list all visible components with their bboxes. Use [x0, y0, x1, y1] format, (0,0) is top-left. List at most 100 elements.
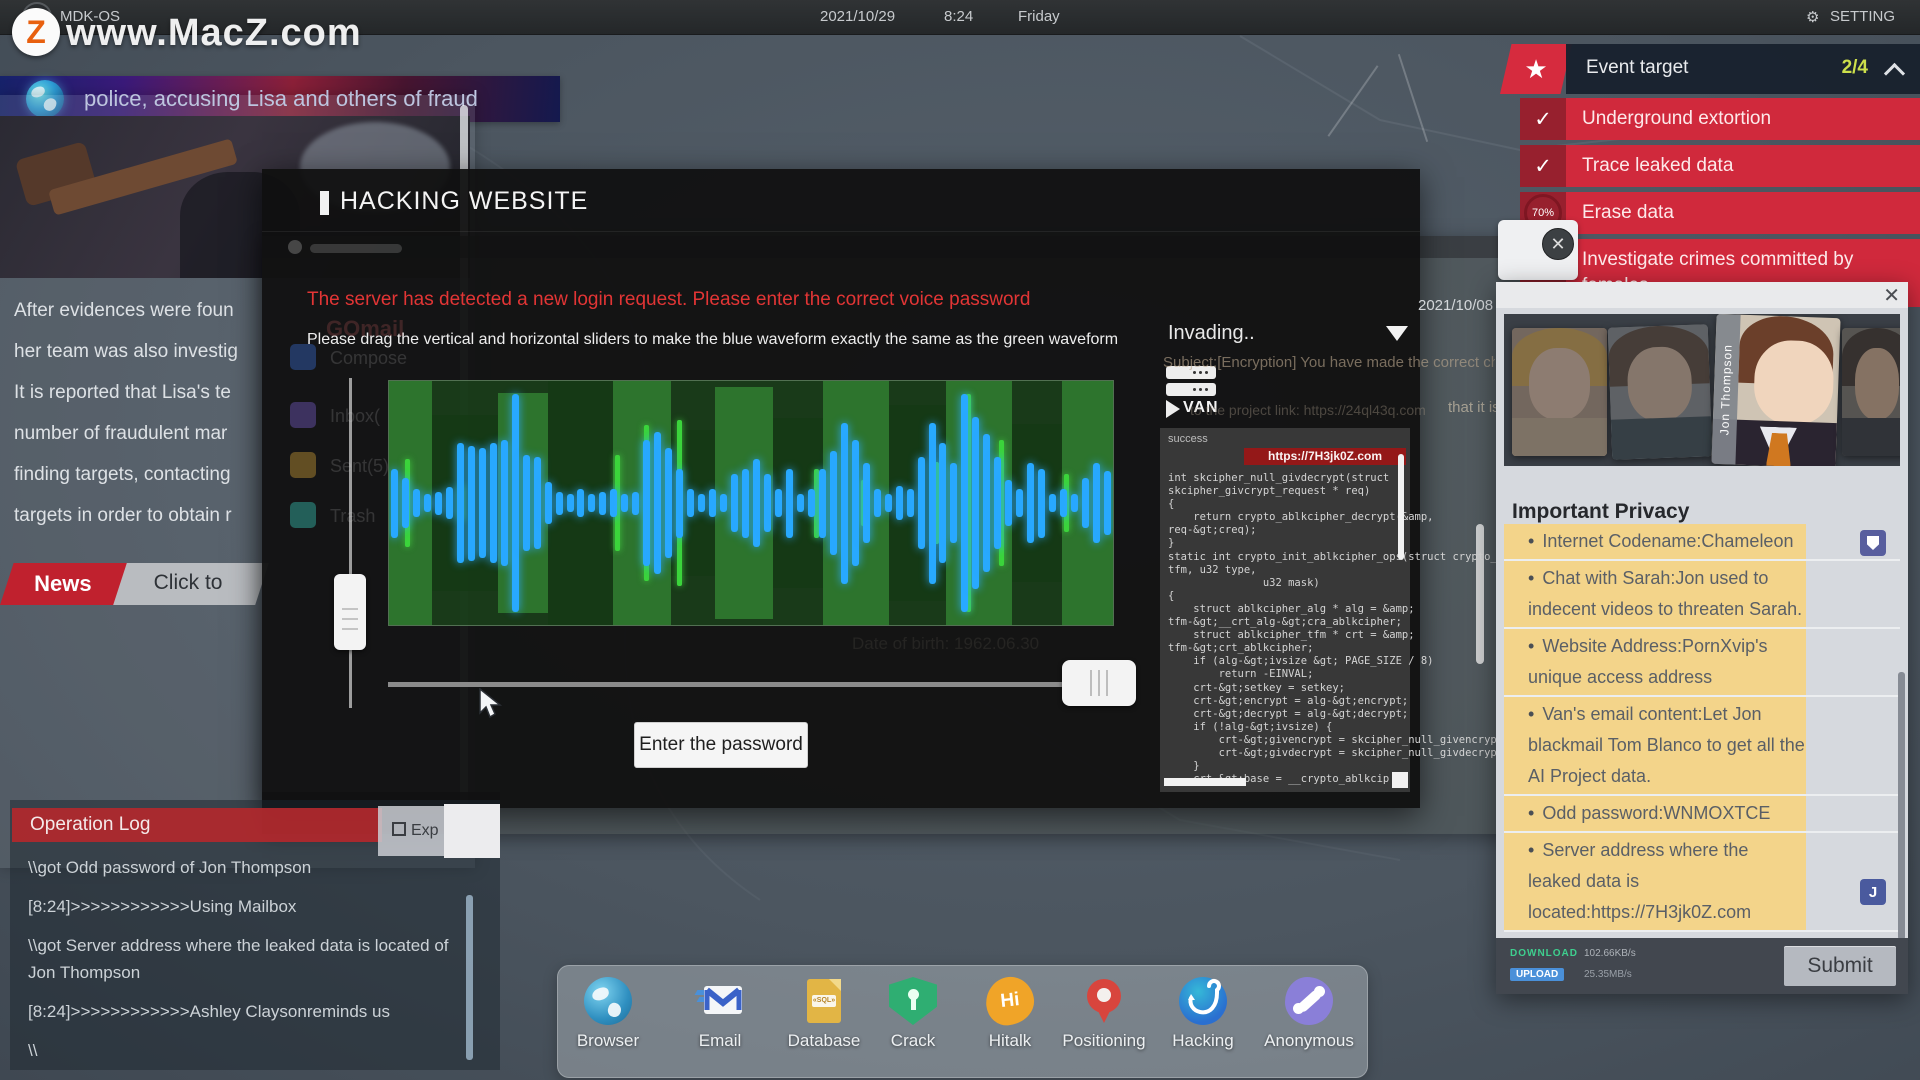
upload-speed: 25.35MB/s — [1584, 969, 1632, 980]
article-line: After evidences were foun — [14, 290, 262, 331]
log-line: \\ — [28, 1037, 460, 1064]
system-time: 8:24 — [944, 8, 973, 25]
blue-waveform-bar — [1060, 489, 1067, 517]
waveform-bg-block — [432, 415, 497, 591]
blue-waveform-bar — [654, 432, 661, 575]
blue-waveform-bar — [983, 434, 990, 572]
blue-waveform-bar — [1027, 463, 1034, 544]
privacy-item-text: •Van's email content:Let Jon blackmail T… — [1504, 697, 1806, 794]
dock-app-anonymous[interactable]: Anonymous — [1261, 977, 1357, 1051]
blue-waveform-bar — [819, 469, 826, 538]
privacy-icon-area — [1806, 796, 1900, 831]
log-line: [8:24]>>>>>>>>>>>>Using Mailbox — [28, 893, 460, 920]
submit-button[interactable]: Submit — [1784, 946, 1896, 986]
close-icon[interactable]: ✕ — [1542, 228, 1574, 260]
blue-waveform-bar — [577, 489, 584, 517]
character-card[interactable] — [1608, 324, 1713, 459]
upload-badge: UPLOAD — [1510, 968, 1564, 981]
code-vertical-scrollbar[interactable] — [1398, 454, 1404, 560]
privacy-clue-list: •Internet Codename:Chameleon•Chat with S… — [1504, 524, 1900, 940]
privacy-item[interactable]: •Website Address:PornXvip's unique acces… — [1504, 629, 1900, 697]
log-line: [8:24]>>>>>>>>>>>>Ashley Claysonreminds … — [28, 998, 460, 1025]
event-target-row[interactable]: ✓Trace leaked data — [1520, 145, 1920, 187]
blue-waveform-bar — [896, 486, 903, 521]
blue-waveform-bar — [720, 494, 727, 512]
blue-waveform-bar — [523, 455, 530, 552]
mail-scrollbar[interactable] — [1476, 524, 1484, 664]
check-icon: ✓ — [1520, 145, 1566, 187]
blue-waveform-bar — [621, 494, 628, 512]
invading-status: Invading.. — [1168, 322, 1255, 345]
blue-waveform-bar — [918, 457, 925, 549]
chevron-up-icon[interactable] — [1884, 63, 1905, 84]
blue-waveform-bar — [599, 492, 606, 515]
operation-log-scrollbar[interactable] — [466, 895, 473, 1060]
dock-app-email[interactable]: Email — [672, 977, 768, 1051]
download-speed: 102.66KB/s — [1584, 948, 1636, 959]
character-card[interactable] — [1842, 328, 1900, 456]
character-portraits: Jon Thompson — [1504, 314, 1900, 466]
log-line: \\got Server address where the leaked da… — [28, 932, 460, 986]
window-fragment — [444, 804, 500, 858]
blue-waveform-bar — [1005, 480, 1012, 526]
blue-waveform-bar — [994, 457, 1001, 549]
blue-waveform-bar — [698, 494, 705, 512]
blue-waveform-bar — [534, 457, 541, 549]
settings-button[interactable]: SETTING — [1830, 8, 1895, 25]
dock-app-label: Email — [672, 1031, 768, 1051]
blue-waveform-bar — [950, 463, 957, 544]
dock-app-hitalk[interactable]: HiHitalk — [962, 977, 1058, 1051]
vertical-slider-track[interactable] — [349, 378, 352, 708]
news-more-button[interactable]: Click to — [113, 563, 269, 605]
hook-icon[interactable]: J — [1860, 879, 1886, 905]
character-card-jon-thompson[interactable]: Jon Thompson — [1711, 314, 1840, 466]
horizontal-slider-track[interactable] — [388, 682, 1112, 687]
privacy-titlebar: ✕ — [1496, 282, 1908, 308]
privacy-item[interactable]: •Chat with Sarah:Jon used to indecent vi… — [1504, 561, 1900, 629]
privacy-icon-area — [1806, 561, 1900, 627]
success-status: success — [1168, 433, 1208, 445]
blue-waveform-bar — [808, 489, 815, 517]
divider — [262, 231, 1420, 232]
event-target-row[interactable]: ✓Underground extortion — [1520, 98, 1920, 140]
event-target-row[interactable]: 70%Erase data — [1520, 192, 1920, 234]
privacy-item[interactable]: •Server address where the leaked data is… — [1504, 833, 1900, 932]
dock-app-crack[interactable]: Crack — [865, 977, 961, 1051]
check-icon: ✓ — [1520, 98, 1566, 140]
blue-waveform-bar — [797, 494, 804, 512]
vertical-slider-handle[interactable] — [334, 574, 366, 650]
gear-icon[interactable]: ⚙ — [1806, 8, 1819, 26]
character-card[interactable] — [1512, 328, 1607, 456]
important-privacy-title: Important Privacy — [1512, 500, 1689, 524]
dock-app-hacking[interactable]: Hacking — [1155, 977, 1251, 1051]
privacy-item[interactable]: •Internet Codename:Chameleon — [1504, 524, 1900, 561]
close-icon[interactable]: ✕ — [1883, 283, 1900, 308]
expand-button[interactable]: Exp — [378, 806, 444, 856]
blue-waveform-bar — [424, 494, 431, 512]
game-desktop: MDK-OS 2021/10/29 8:24 Friday ⚙ SETTING … — [0, 0, 1920, 1080]
dock-app-database[interactable]: «SQL»Database — [776, 977, 872, 1051]
news-label: News — [0, 563, 132, 605]
blue-waveform-bar — [709, 489, 716, 517]
event-target-title: Event target — [1586, 57, 1688, 79]
hack-icon — [1179, 977, 1227, 1025]
shield-icon[interactable] — [1860, 530, 1886, 556]
blue-waveform-bar — [753, 459, 760, 546]
privacy-scrollbar[interactable] — [1898, 672, 1905, 940]
dock-app-positioning[interactable]: Positioning — [1056, 977, 1152, 1051]
code-horizontal-scrollbar[interactable] — [1164, 778, 1246, 786]
dock-app-browser[interactable]: Browser — [560, 977, 656, 1051]
privacy-item[interactable]: •Odd password:WNMOXTCE — [1504, 796, 1900, 833]
important-privacy-panel: ✕ Jon Thompson — [1496, 282, 1908, 994]
enter-password-button[interactable]: Enter the password — [634, 722, 808, 768]
privacy-item[interactable]: •Van's email content:Let Jon blackmail T… — [1504, 697, 1900, 796]
crack-icon — [889, 977, 937, 1025]
horizontal-slider-handle[interactable] — [1062, 660, 1136, 706]
intrusion-code-panel: success https://7H3jk0Z.com int skcipher… — [1160, 428, 1410, 792]
dock-app-label: Browser — [560, 1031, 656, 1051]
blue-waveform-bar — [852, 440, 859, 567]
blue-waveform-bar — [402, 478, 409, 529]
event-target-header[interactable]: Event target 2/4 — [1566, 44, 1920, 94]
dock-app-label: Positioning — [1056, 1031, 1152, 1051]
dropdown-triangle-icon[interactable] — [1386, 326, 1408, 341]
